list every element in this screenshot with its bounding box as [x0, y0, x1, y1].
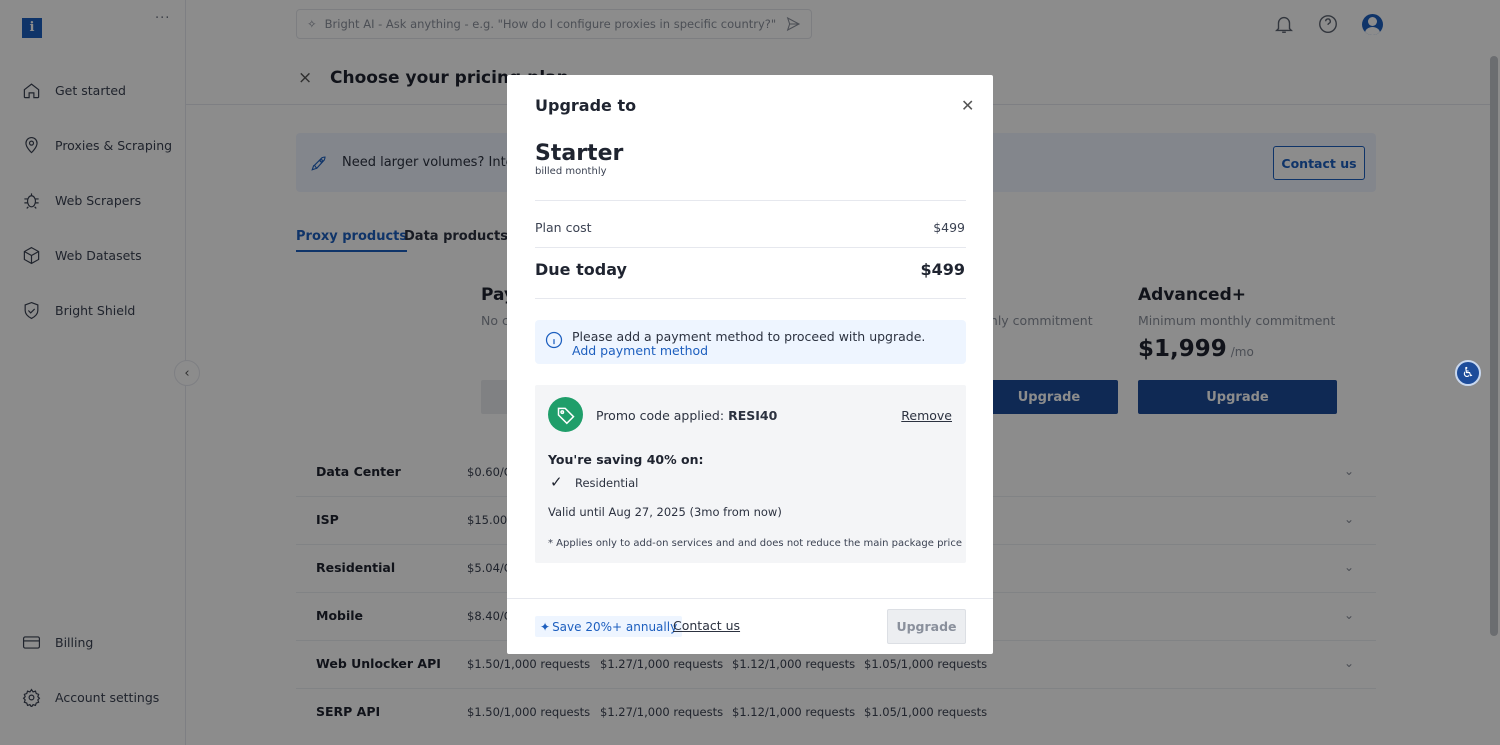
modal-title: Upgrade to [535, 96, 637, 115]
contact-us-link[interactable]: Contact us [673, 618, 740, 633]
info-text: Please add a payment method to proceed w… [572, 329, 926, 344]
tag-icon [548, 397, 583, 432]
add-payment-method-link[interactable]: Add payment method [572, 343, 708, 358]
promo-applied-label: Promo code applied: [596, 408, 725, 423]
sparkle-icon: ✦ [540, 619, 551, 634]
promo-box: Promo code applied: RESI40 Remove You're … [535, 385, 966, 563]
divider [535, 298, 966, 299]
due-today-label: Due today [535, 260, 627, 279]
saving-heading: You're saving 40% on: [548, 452, 704, 467]
remove-promo-link[interactable]: Remove [901, 408, 952, 423]
upgrade-button[interactable]: Upgrade [887, 609, 966, 644]
save-annually-badge: ✦ Save 20%+ annually [535, 616, 683, 637]
upgrade-modal: Upgrade to ✕ Starter billed monthly Plan… [507, 75, 993, 654]
save-annually-label: Save 20%+ annually [552, 619, 678, 634]
billing-period: billed monthly [535, 166, 607, 177]
check-icon: ✓ [550, 473, 563, 491]
divider [535, 247, 966, 248]
saving-item: Residential [575, 476, 639, 490]
divider [535, 200, 966, 201]
promo-note: * Applies only to add-on services and an… [548, 538, 962, 549]
promo-validity: Valid until Aug 27, 2025 (3mo from now) [548, 505, 782, 519]
accessibility-icon[interactable]: ♿ [1455, 360, 1481, 386]
modal-plan-name: Starter [535, 141, 624, 166]
divider [507, 598, 993, 599]
plan-cost-value: $499 [933, 220, 965, 235]
info-icon [545, 331, 563, 349]
promo-applied: Promo code applied: RESI40 [596, 408, 777, 423]
due-today-value: $499 [920, 260, 965, 279]
payment-info-notice: Please add a payment method to proceed w… [535, 320, 966, 364]
close-icon[interactable]: ✕ [961, 96, 974, 115]
plan-cost-label: Plan cost [535, 220, 592, 235]
promo-code: RESI40 [728, 408, 778, 423]
